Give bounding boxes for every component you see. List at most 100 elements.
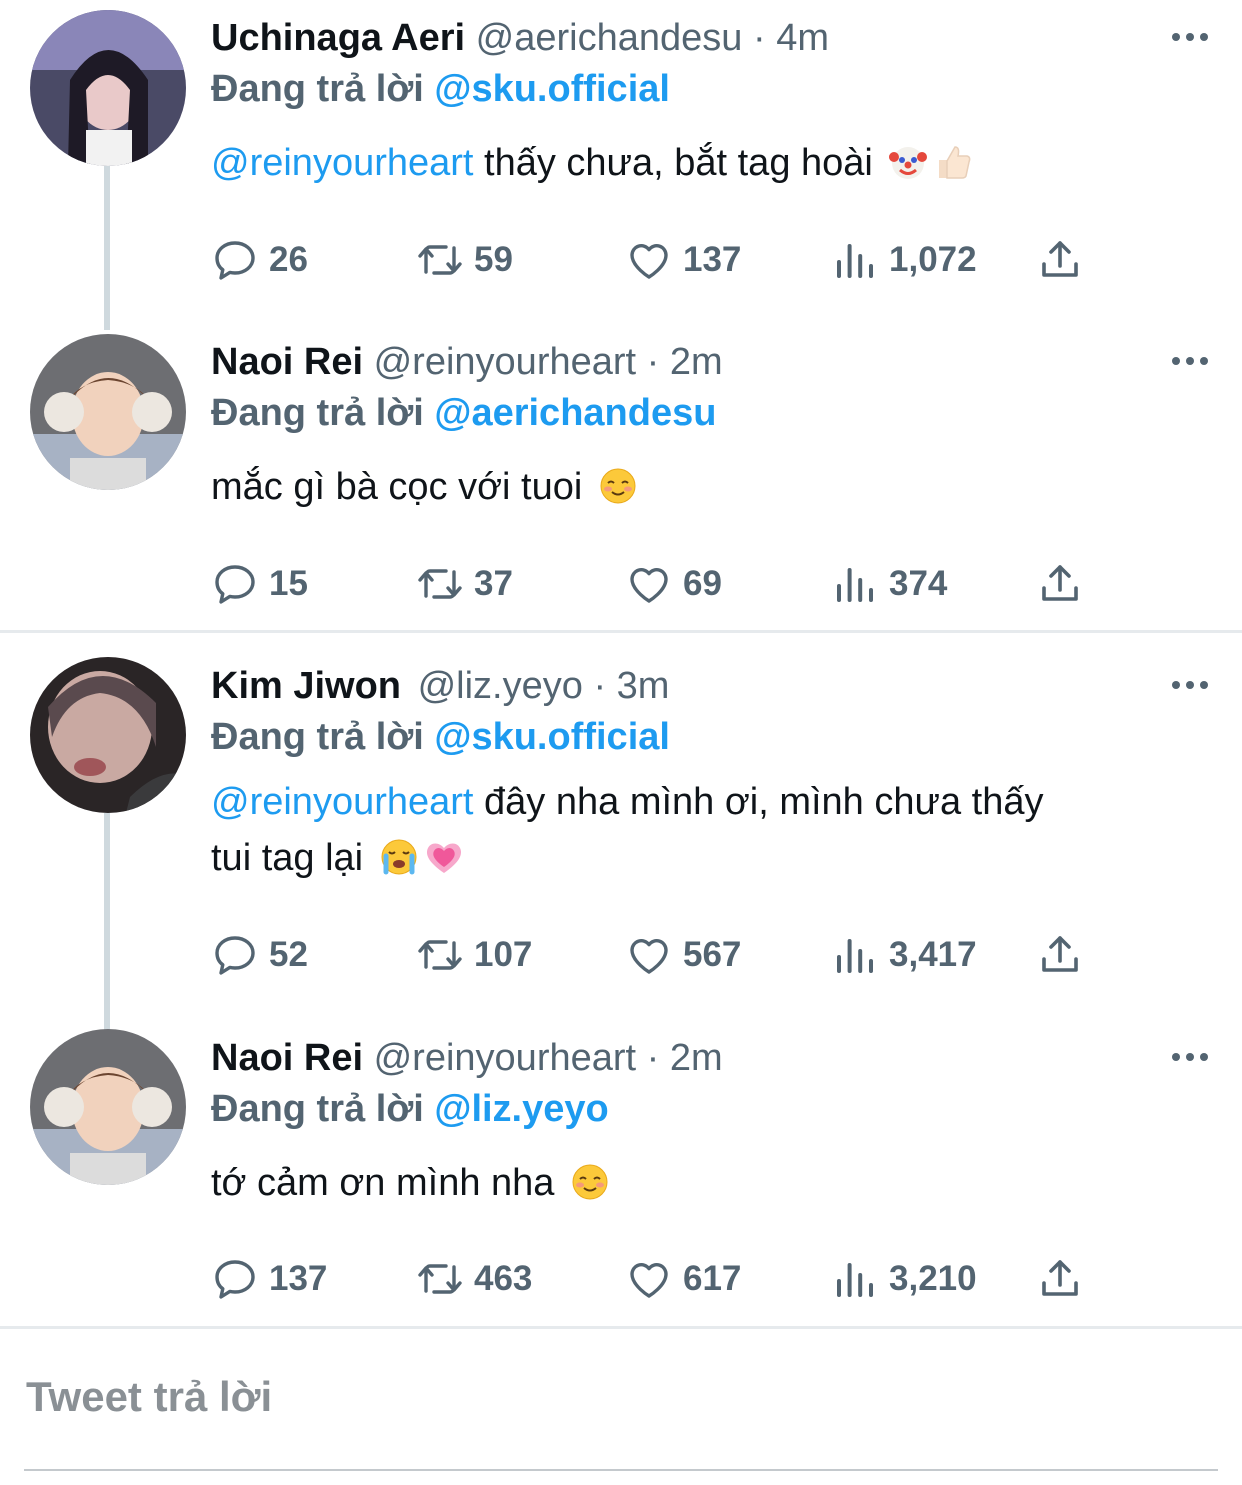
tweet[interactable]: Naoi Rei @reinyourheart · 2m Đang trả lờ… bbox=[0, 325, 1242, 630]
mention-link[interactable]: @reinyourheart bbox=[211, 781, 473, 823]
tweet[interactable]: Kim Jiwon @liz.yeyo · 3m Đang trả lời @s… bbox=[0, 650, 1242, 1030]
more-options-icon[interactable] bbox=[1172, 1051, 1212, 1063]
separator-dot: · bbox=[593, 665, 607, 707]
replying-to: Đang trả lời @aerichandesu bbox=[211, 391, 716, 435]
reply-button[interactable]: 26 bbox=[211, 235, 308, 285]
tweet-header: Naoi Rei @reinyourheart · 2m bbox=[211, 1036, 723, 1080]
replying-to-mention[interactable]: @aerichandesu bbox=[434, 392, 716, 434]
thread-line bbox=[104, 166, 110, 330]
tweet-text: mắc gì bà cọc với tuoi bbox=[211, 459, 1201, 521]
share-icon bbox=[1042, 1260, 1078, 1296]
view-count: 374 bbox=[889, 564, 948, 603]
replying-to-label: Đang trả lời bbox=[211, 392, 424, 434]
like-count: 137 bbox=[683, 240, 742, 279]
tweet-actions: 137 463 617 3,210 bbox=[211, 1254, 1131, 1304]
timestamp[interactable]: 2m bbox=[670, 1037, 723, 1079]
crying-emoji bbox=[380, 836, 418, 892]
reply-icon bbox=[215, 936, 255, 975]
view-count: 3,210 bbox=[889, 1259, 977, 1298]
more-options-icon[interactable] bbox=[1172, 31, 1212, 43]
user-handle[interactable]: @aerichandesu bbox=[476, 17, 743, 59]
like-button[interactable]: 567 bbox=[625, 930, 741, 980]
reply-button[interactable]: 137 bbox=[211, 1254, 327, 1304]
reply-count: 137 bbox=[269, 1259, 328, 1298]
user-handle[interactable]: @reinyourheart bbox=[374, 1037, 636, 1079]
avatar[interactable] bbox=[30, 657, 186, 813]
timestamp[interactable]: 2m bbox=[670, 341, 723, 383]
smiling-blush-emoji bbox=[599, 465, 637, 521]
tweet-text-content-line2: tui tag lại bbox=[211, 837, 364, 879]
reply-count: 15 bbox=[269, 564, 308, 603]
display-name[interactable]: Uchinaga Aeri bbox=[211, 17, 465, 59]
replying-to-mention[interactable]: @sku.official bbox=[434, 716, 670, 758]
like-button[interactable]: 617 bbox=[625, 1254, 741, 1304]
share-icon bbox=[1042, 936, 1078, 972]
replying-to: Đang trả lời @liz.yeyo bbox=[211, 1087, 609, 1131]
share-button[interactable] bbox=[1036, 235, 1084, 285]
separator-dot: · bbox=[646, 1037, 660, 1079]
views-button[interactable]: 3,210 bbox=[831, 1254, 977, 1304]
more-options-icon[interactable] bbox=[1172, 355, 1212, 367]
user-handle[interactable]: @liz.yeyo bbox=[418, 665, 583, 707]
like-count: 567 bbox=[683, 935, 742, 974]
replying-to: Đang trả lời @sku.official bbox=[211, 715, 670, 759]
reply-button[interactable]: 15 bbox=[211, 559, 308, 609]
view-count: 3,417 bbox=[889, 935, 977, 974]
display-name[interactable]: Naoi Rei bbox=[211, 341, 363, 383]
like-button[interactable]: 137 bbox=[625, 235, 741, 285]
retweet-icon bbox=[418, 245, 462, 275]
tweet-text: tớ cảm ơn mình nha bbox=[211, 1155, 1201, 1217]
tweet-actions: 52 107 567 3,417 bbox=[211, 930, 1131, 980]
reply-icon bbox=[215, 565, 255, 604]
retweet-button[interactable]: 37 bbox=[416, 559, 513, 609]
tweet-text-content: đây nha mình ơi, mình chưa thấy bbox=[473, 781, 1044, 823]
reply-icon bbox=[215, 241, 255, 280]
retweet-count: 463 bbox=[474, 1259, 533, 1298]
tweet[interactable]: Uchinaga Aeri @aerichandesu · 4m Đang tr… bbox=[0, 0, 1242, 330]
timestamp[interactable]: 3m bbox=[617, 665, 670, 707]
retweet-count: 59 bbox=[474, 240, 513, 279]
compose-underline bbox=[24, 1469, 1218, 1471]
display-name[interactable]: Kim Jiwon bbox=[211, 665, 401, 707]
retweet-icon bbox=[418, 1264, 462, 1294]
reply-button[interactable]: 52 bbox=[211, 930, 308, 980]
heart-icon bbox=[630, 568, 668, 603]
retweet-button[interactable]: 107 bbox=[416, 930, 532, 980]
mention-link[interactable]: @reinyourheart bbox=[211, 142, 473, 184]
like-count: 617 bbox=[683, 1259, 742, 1298]
views-button[interactable]: 1,072 bbox=[831, 235, 977, 285]
reply-compose-input[interactable]: Tweet trả lời bbox=[26, 1373, 272, 1421]
share-button[interactable] bbox=[1036, 559, 1084, 609]
user-handle[interactable]: @reinyourheart bbox=[374, 341, 636, 383]
like-button[interactable]: 69 bbox=[625, 559, 722, 609]
views-button[interactable]: 374 bbox=[831, 559, 947, 609]
thread-line bbox=[104, 813, 110, 1030]
avatar[interactable] bbox=[30, 1029, 186, 1185]
separator-dot: · bbox=[752, 17, 766, 59]
avatar[interactable] bbox=[30, 10, 186, 166]
replying-to-mention[interactable]: @liz.yeyo bbox=[434, 1088, 608, 1130]
tweet-text-content: thấy chưa, bắt tag hoài bbox=[473, 142, 873, 184]
tweet-text-content: mắc gì bà cọc với tuoi bbox=[211, 466, 583, 508]
timestamp[interactable]: 4m bbox=[776, 17, 829, 59]
heart-icon bbox=[630, 244, 668, 279]
tweet[interactable]: Naoi Rei @reinyourheart · 2m Đang trả lờ… bbox=[0, 1020, 1242, 1325]
clown-emoji bbox=[889, 141, 928, 197]
retweet-button[interactable]: 463 bbox=[416, 1254, 532, 1304]
analytics-icon bbox=[837, 939, 873, 973]
views-button[interactable]: 3,417 bbox=[831, 930, 977, 980]
heart-icon bbox=[630, 1263, 668, 1298]
share-button[interactable] bbox=[1036, 1254, 1084, 1304]
more-options-icon[interactable] bbox=[1172, 679, 1212, 691]
replying-to-label: Đang trả lời bbox=[211, 68, 424, 110]
tweet-header: Naoi Rei @reinyourheart · 2m bbox=[211, 340, 723, 384]
tweet-text-content: tớ cảm ơn mình nha bbox=[211, 1162, 555, 1204]
smiling-blush-emoji bbox=[571, 1161, 609, 1217]
thread-divider bbox=[0, 630, 1242, 633]
tweet-header: Uchinaga Aeri @aerichandesu · 4m bbox=[211, 16, 829, 60]
share-button[interactable] bbox=[1036, 930, 1084, 980]
retweet-button[interactable]: 59 bbox=[416, 235, 513, 285]
replying-to-mention[interactable]: @sku.official bbox=[434, 68, 670, 110]
avatar[interactable] bbox=[30, 334, 186, 490]
display-name[interactable]: Naoi Rei bbox=[211, 1037, 363, 1079]
